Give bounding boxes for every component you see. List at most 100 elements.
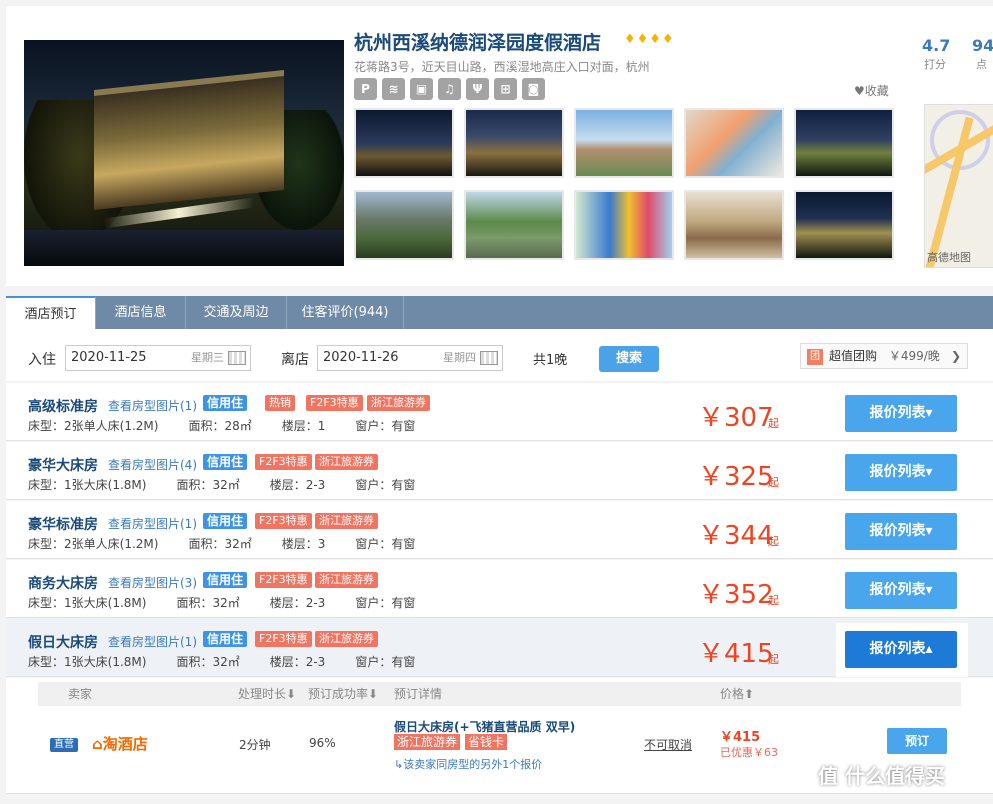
room-name[interactable]: 假日大床房 [28,632,98,652]
search-button[interactable]: 搜索 [599,346,659,372]
date-search-bar: 入住 2020-11-25 星期三 离店 2020-11-26 星期四 共1晚 … [6,329,993,381]
room-row: 豪华标准房 查看房型图片(1) 信用住 F2F3特惠 浙江旅游券 床型：2张单人… [6,501,993,559]
col-price[interactable]: 价格⬆ [720,682,754,706]
seller-logo[interactable]: ⌂淘酒店 [92,733,148,754]
restaurant-icon: Ψ [466,78,489,100]
checkin-date-input[interactable]: 2020-11-25 星期三 [65,345,251,371]
voucher-tag: 浙江旅游券 [394,734,461,750]
photo-thumb[interactable] [354,190,454,260]
checkout-label: 离店 [281,352,309,368]
checkin-date-value: 2020-11-25 [71,350,147,365]
room-row: 商务大床房 查看房型图片(3) 信用住 F2F3特惠 浙江旅游券 床型：1张大床… [6,560,993,618]
voucher-tag: 浙江旅游券 [315,631,378,647]
hotel-header-card: 杭州西溪纳德润泽园度假酒店 ♦♦♦♦ 花蒋路3号，近天目山路，西溪湿地高庄入口对… [6,6,993,286]
photo-thumb[interactable] [574,190,674,260]
quote-list-button[interactable]: 报价列表▾ [845,572,957,609]
bed-type: 床型：1张大床(1.8M) [28,596,147,610]
photo-thumb[interactable] [464,190,564,260]
price-from-label: 起 [768,535,779,548]
room-specs: 床型：1张大床(1.8M) 面积：32㎡ 楼层：2-3 窗户：有窗 [28,476,445,493]
tab-transport[interactable]: 交通及周边 [186,296,287,329]
promo-tag: F2F3特惠 [255,454,312,470]
rating-score: 4.7 [922,36,951,55]
checkout-date-input[interactable]: 2020-11-26 星期四 [317,345,503,371]
room-name[interactable]: 豪华标准房 [28,514,98,534]
photo-thumb[interactable] [464,108,564,178]
projector-icon: ◙ [522,78,545,100]
group-deal-button[interactable]: 团超值团购 ￥499/晚 ❯ [800,343,968,369]
promo-tag: F2F3特惠 [255,572,312,588]
tab-reviews[interactable]: 住客评价(944) [287,296,404,329]
bed-type: 床型：2张单人床(1.2M) [28,419,159,433]
room-row: 高级标准房 查看房型图片(1) 信用住 热销 F2F3特惠 浙江旅游券 床型：2… [6,383,993,441]
review-label: 点 [976,58,987,71]
star-rating-icon: ♦♦♦♦ [624,32,675,47]
offer-table-header: 卖家 处理时长⬇ 预订成功率⬇ 预订详情 价格⬆ [38,682,961,706]
tab-booking[interactable]: 酒店预订 [6,296,96,330]
photo-thumb[interactable] [794,190,894,260]
book-button[interactable]: 预订 [887,728,947,754]
photo-thumbnails [354,108,894,260]
mini-map[interactable]: 高德地图 [924,104,993,268]
nights-count: 共1晚 [533,353,568,368]
tab-hotel-info[interactable]: 酒店信息 [96,296,186,329]
more-offers-link[interactable]: ↳该卖家同房型的另外1个报价 [394,756,542,772]
photo-thumb[interactable] [684,190,784,260]
room-list: 高级标准房 查看房型图片(1) 信用住 热销 F2F3特惠 浙江旅游券 床型：2… [6,383,993,794]
room-floor: 楼层：1 [281,419,326,433]
photo-thumb[interactable] [684,108,784,178]
room-window: 窗户：有窗 [355,478,416,492]
checkout-weekday: 星期四 [443,351,476,364]
price-from-label: 起 [768,417,779,430]
room-window: 窗户：有窗 [355,596,416,610]
room-photos-link[interactable]: 查看房型图片(1) [108,397,197,414]
quote-list-button[interactable]: 报价列表▾ [845,513,957,550]
photo-thumb[interactable] [794,108,894,178]
photo-thumb[interactable] [574,108,674,178]
room-price: ￥415 [698,639,774,669]
credit-stay-badge: 信用住 [203,395,248,411]
room-photos-link[interactable]: 查看房型图片(3) [108,574,197,591]
house-icon: ⌂ [92,735,103,753]
quote-list-button[interactable]: 报价列表▴ [845,631,957,668]
map-provider-label: 高德地图 [927,251,971,264]
col-success-rate[interactable]: 预订成功率⬇ [308,682,378,706]
wifi-icon: ≋ [382,78,405,100]
room-name[interactable]: 豪华大床房 [28,455,98,475]
checkin-weekday: 星期三 [191,351,224,364]
room-area: 面积：32㎡ [176,478,240,492]
room-price: ￥344 [698,521,774,551]
voucher-tag: 浙江旅游券 [315,572,378,588]
voucher-tag: 浙江旅游券 [315,513,378,529]
quote-list-button[interactable]: 报价列表▾ [845,395,957,432]
room-specs: 床型：2张单人床(1.2M) 面积：28㎡ 楼层：1 窗户：有窗 [28,417,445,434]
checkin-label: 入住 [28,352,56,368]
calendar-icon[interactable] [480,351,498,365]
hotel-main-photo[interactable] [24,40,344,266]
calendar-icon[interactable] [228,351,246,365]
room-photos-link[interactable]: 查看房型图片(4) [108,456,197,473]
room-specs: 床型：1张大床(1.8M) 面积：32㎡ 楼层：2-3 窗户：有窗 [28,653,445,670]
price-from-label: 起 [768,594,779,607]
price-from-label: 起 [768,476,779,489]
bell-icon: ♫ [438,78,461,100]
photo-thumb[interactable] [354,108,454,178]
promo-tag: F2F3特惠 [255,631,312,647]
voucher-tag: 浙江旅游券 [367,395,430,411]
room-name[interactable]: 商务大床房 [28,573,98,593]
cancel-policy[interactable]: 不可取消 [644,736,692,753]
room-price: ￥307 [698,403,774,433]
group-deal-label: 超值团购 [829,349,878,363]
room-specs: 床型：1张大床(1.8M) 面积：32㎡ 楼层：2-3 窗户：有窗 [28,594,445,611]
price-from-label: 起 [768,653,779,666]
room-photos-link[interactable]: 查看房型图片(1) [108,515,197,532]
direct-badge: 直营 [50,738,78,752]
quote-list-button[interactable]: 报价列表▾ [845,454,957,491]
favorite-button[interactable]: ♥收藏 [854,82,889,99]
facility-icons: P ≋ ▣ ♫ Ψ ⊞ ◙ [354,78,545,100]
offer-title[interactable]: 假日大床房(+飞猪直营品质 双早) [394,718,575,735]
review-count[interactable]: 94 [972,36,993,55]
room-name[interactable]: 高级标准房 [28,396,98,416]
room-photos-link[interactable]: 查看房型图片(1) [108,633,197,650]
col-duration[interactable]: 处理时长⬇ [238,682,296,706]
